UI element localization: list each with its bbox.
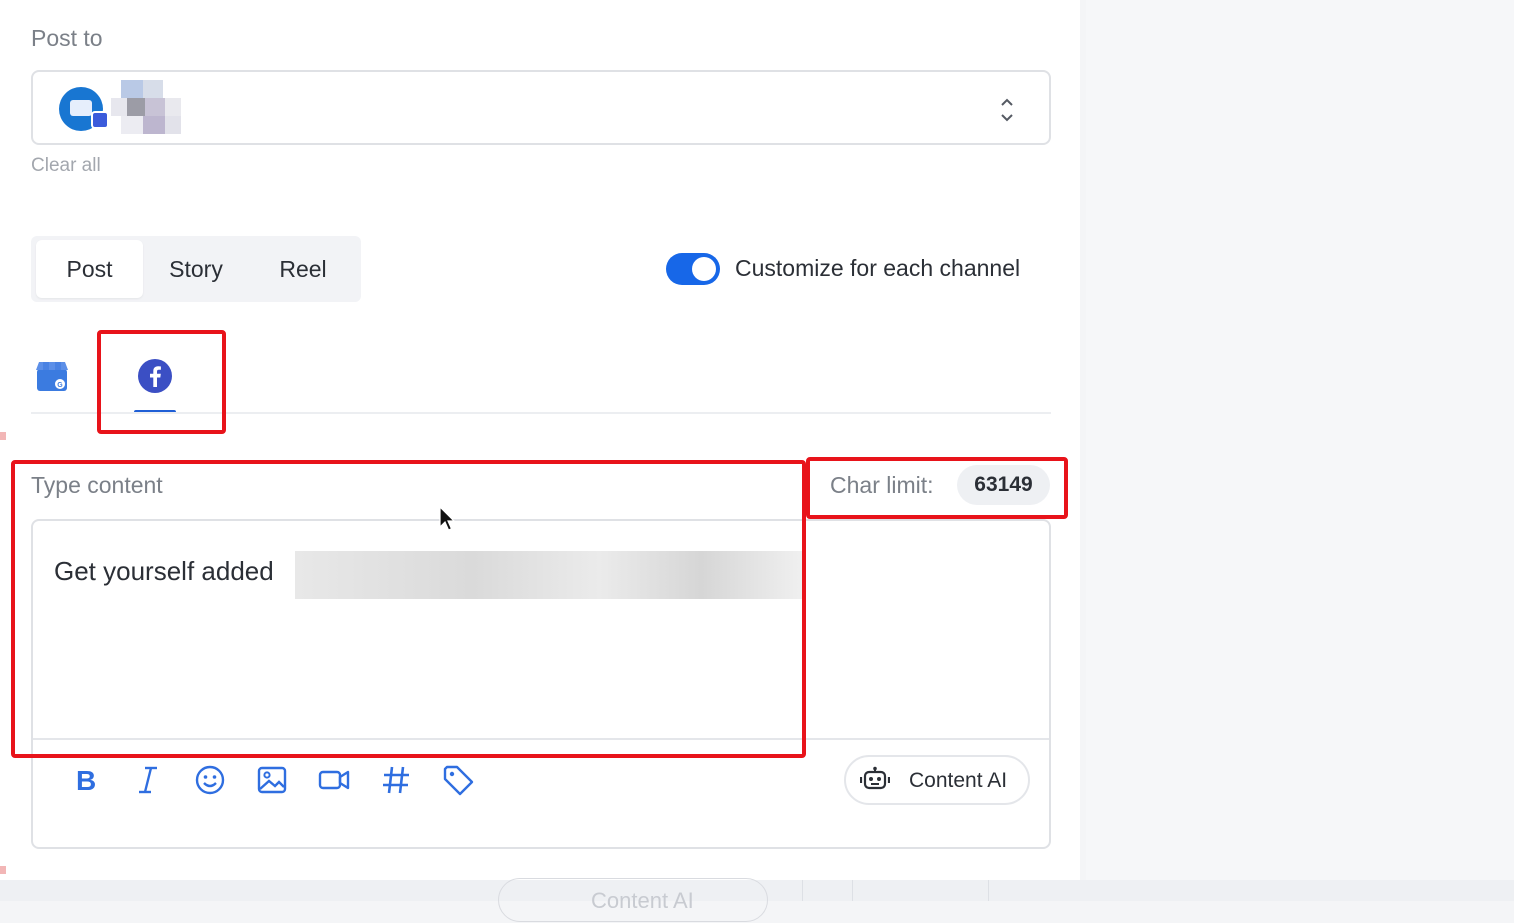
edge-mark <box>0 866 6 874</box>
account-select[interactable] <box>31 70 1051 145</box>
google-business-icon[interactable]: G <box>35 360 69 392</box>
mouse-cursor-icon <box>439 505 456 531</box>
background-divider <box>802 880 803 901</box>
svg-text:B: B <box>76 765 96 796</box>
highlight-char-limit <box>806 457 1068 519</box>
facebook-badge-icon <box>91 111 109 129</box>
account-name-blurred <box>111 80 181 134</box>
italic-icon[interactable] <box>131 763 165 797</box>
tab-reel[interactable]: Reel <box>253 240 353 298</box>
edge-mark <box>0 432 6 440</box>
background-content-ai-button: Content AI <box>498 878 768 922</box>
tab-post[interactable]: Post <box>36 240 143 298</box>
toggle-knob <box>692 257 716 281</box>
tab-story[interactable]: Story <box>146 240 246 298</box>
chevron-updown-icon[interactable] <box>999 96 1015 124</box>
svg-text:G: G <box>57 382 63 389</box>
customize-label: Customize for each channel <box>735 255 1021 281</box>
compose-panel: Post to Clear all Post Story Reel Custom… <box>0 0 1080 880</box>
content-ai-button[interactable]: Content AI <box>844 755 1030 805</box>
video-icon[interactable] <box>317 763 351 797</box>
hashtag-icon[interactable] <box>379 763 413 797</box>
clear-all-link[interactable]: Clear all <box>31 155 101 177</box>
account-avatar <box>59 87 109 131</box>
background-divider <box>988 880 989 901</box>
background-divider <box>852 880 853 901</box>
robot-icon <box>860 766 890 790</box>
image-icon[interactable] <box>255 763 289 797</box>
preview-area <box>1086 0 1514 880</box>
tag-icon[interactable] <box>441 763 475 797</box>
store-icon <box>70 100 92 116</box>
highlight-content-editor <box>11 460 806 758</box>
emoji-icon[interactable] <box>193 763 227 797</box>
post-type-tabs: Post Story Reel <box>31 236 361 302</box>
content-ai-label: Content AI <box>909 769 1008 792</box>
bold-icon[interactable]: B <box>69 763 103 797</box>
post-to-label: Post to <box>31 25 103 51</box>
highlight-facebook-tab <box>97 330 226 434</box>
customize-toggle[interactable] <box>666 253 720 285</box>
